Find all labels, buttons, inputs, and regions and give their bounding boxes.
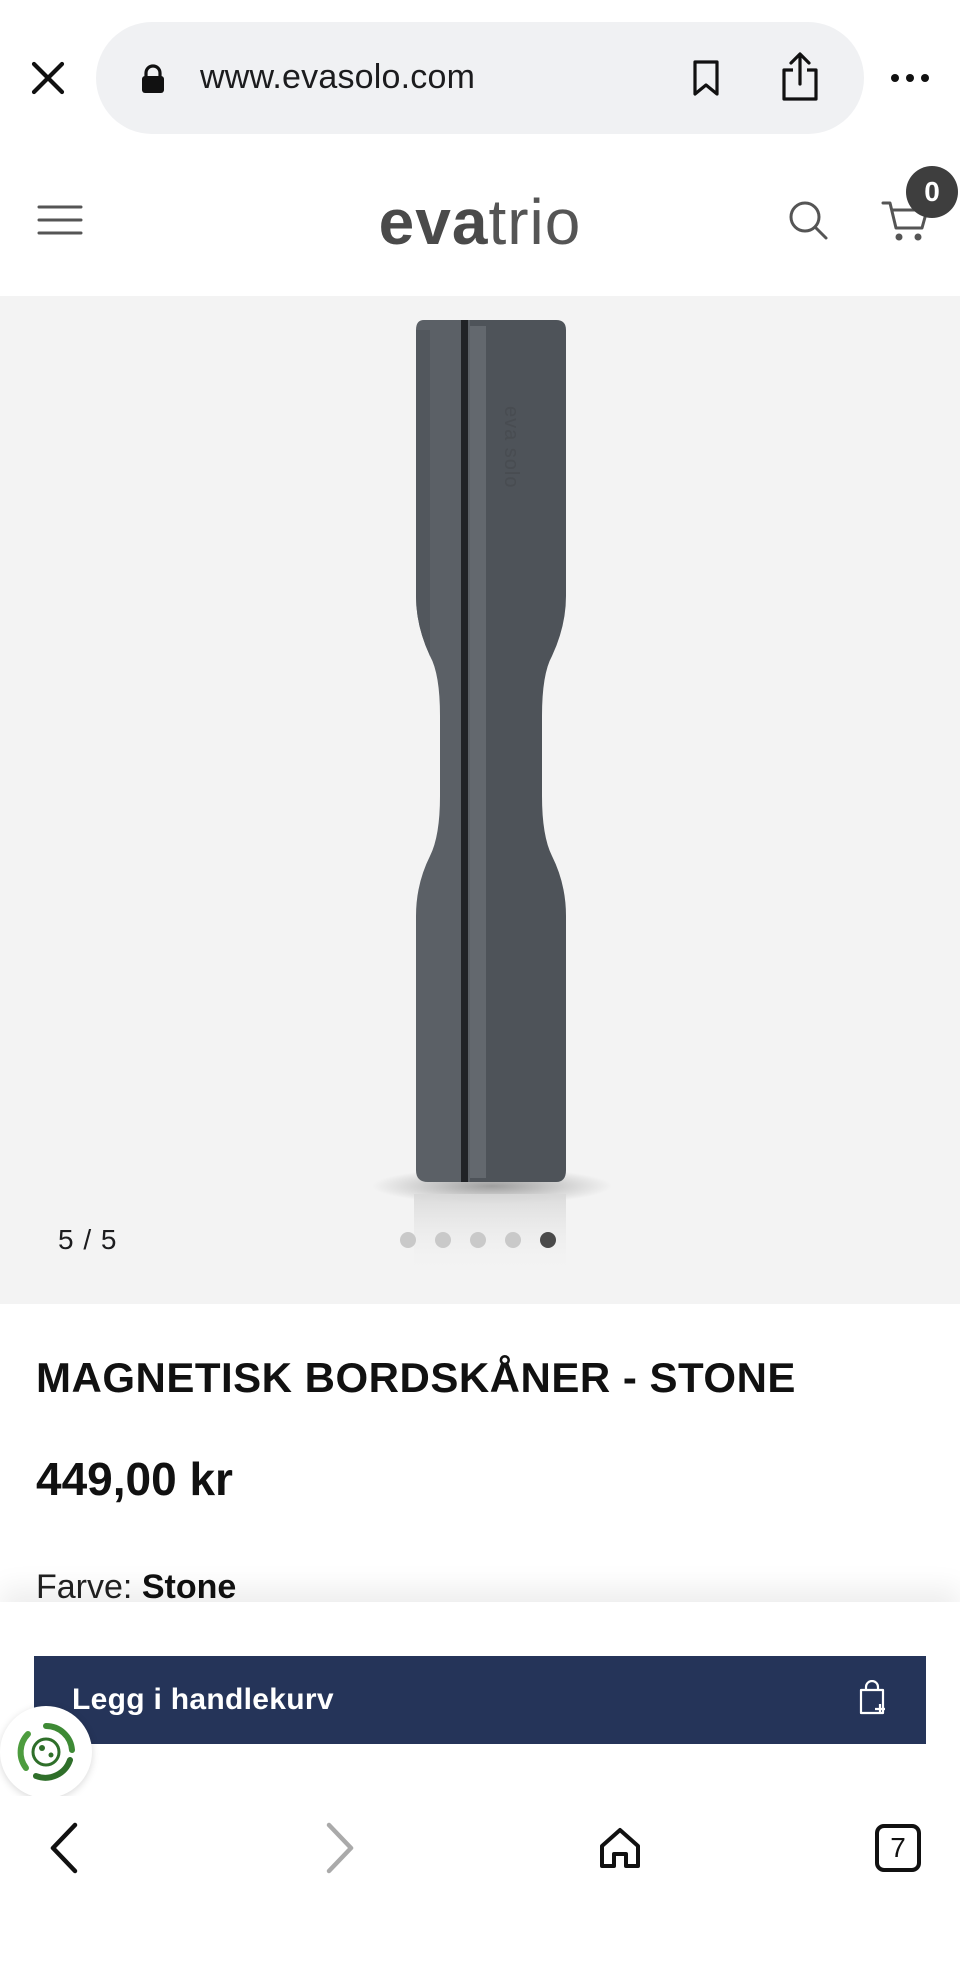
pagination-dot[interactable] — [435, 1232, 451, 1248]
product-image-gallery[interactable]: eva solo 5 / 5 — [0, 296, 960, 1304]
add-to-cart-label: Legg i handlekurv — [72, 1683, 334, 1716]
lock-icon — [140, 64, 166, 99]
color-value: Stone — [141, 1568, 237, 1606]
sustainability-badge[interactable] — [0, 1706, 92, 1798]
tabs-overview-button[interactable]: 7 — [872, 1820, 924, 1876]
tabs-count: 7 — [890, 1832, 906, 1863]
pagination-dot[interactable] — [470, 1232, 486, 1248]
color-label: Farve: — [36, 1568, 133, 1606]
add-to-cart-button[interactable]: Legg i handlekurv — [34, 1656, 926, 1744]
pagination-dot[interactable] — [505, 1232, 521, 1248]
logo-trio: trio — [488, 186, 582, 258]
forward-arrow-icon[interactable] — [312, 1816, 368, 1880]
product-brand-print: eva solo — [500, 406, 522, 489]
logo-eva: eva — [378, 186, 489, 258]
home-icon[interactable] — [592, 1816, 648, 1880]
browser-top-bar: www.evasolo.com — [0, 0, 960, 150]
site-header: evatrio 0 — [0, 150, 960, 296]
share-icon[interactable] — [772, 48, 828, 106]
address-bar[interactable]: www.evasolo.com — [96, 22, 864, 134]
pagination-dot[interactable] — [400, 1232, 416, 1248]
hamburger-menu-icon[interactable] — [30, 194, 90, 246]
cart-count-badge: 0 — [906, 166, 958, 218]
pagination-dot-active[interactable] — [540, 1232, 556, 1248]
slide-counter: 5 / 5 — [58, 1224, 118, 1255]
gallery-pagination-dots — [400, 1232, 556, 1248]
bookmark-icon[interactable] — [680, 52, 732, 104]
sticky-cart-bar: Legg i handlekurv — [0, 1602, 960, 1796]
url-text: www.evasolo.com — [200, 58, 476, 96]
product-price: 449,00 kr — [36, 1453, 233, 1505]
shopping-bag-plus-icon — [858, 1679, 888, 1721]
search-icon[interactable] — [782, 194, 834, 246]
recycle-globe-icon — [17, 1722, 75, 1781]
product-image — [372, 320, 612, 1274]
more-options-icon[interactable] — [884, 56, 936, 100]
close-icon[interactable] — [22, 52, 74, 104]
back-arrow-icon[interactable] — [36, 1816, 92, 1880]
product-title: MAGNETISK BORDSKÅNER - STONE — [36, 1354, 796, 1401]
browser-bottom-toolbar: 7 — [0, 1796, 960, 1968]
